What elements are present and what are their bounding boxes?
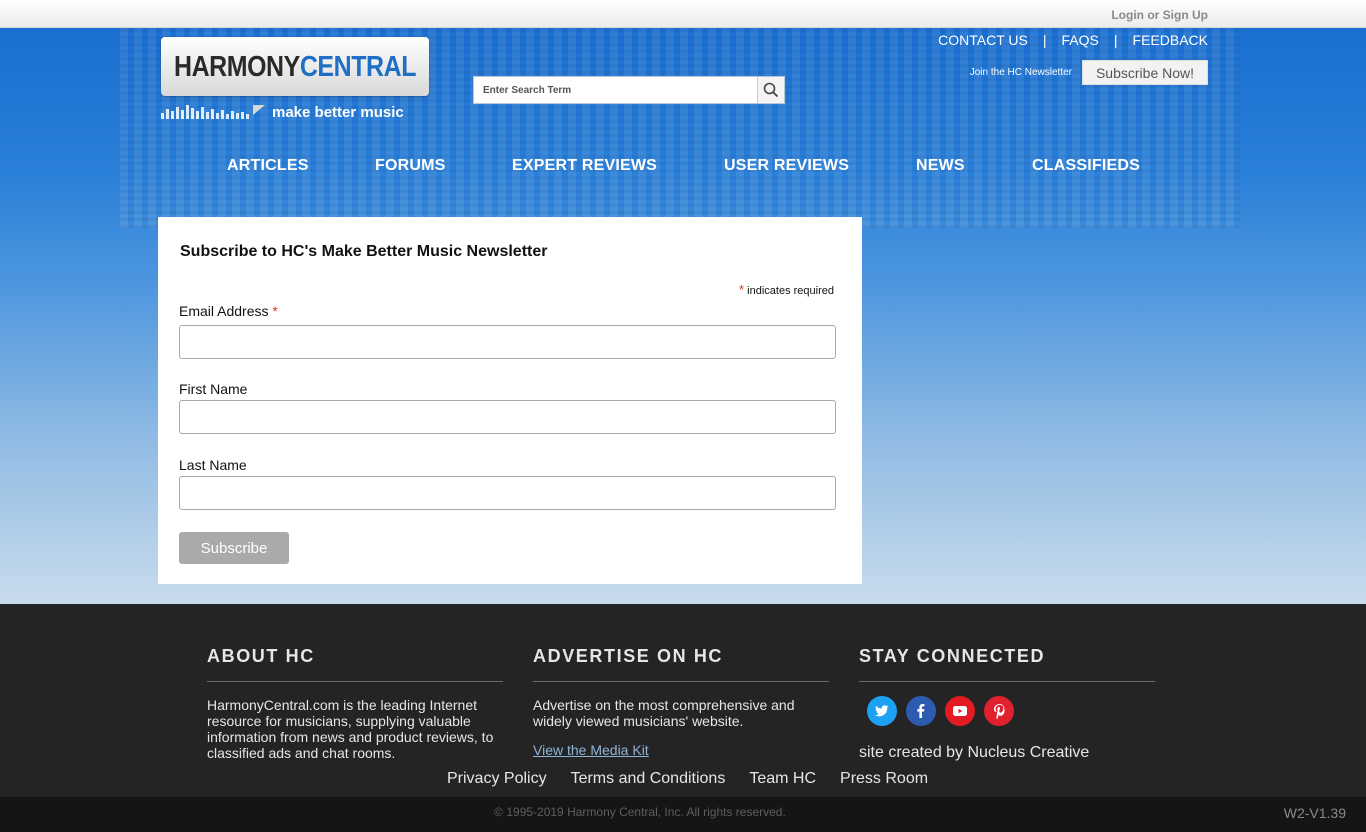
search-box xyxy=(473,76,785,104)
media-kit-link[interactable]: View the Media Kit xyxy=(533,742,649,758)
search-icon xyxy=(763,82,779,98)
version-label: W2-V1.39 xyxy=(1283,805,1346,821)
bottom-bar: © 1995-2019 Harmony Central, Inc. All ri… xyxy=(0,797,1366,832)
facebook-icon[interactable] xyxy=(906,696,936,726)
main-nav: ARTICLES FORUMS EXPERT REVIEWS USER REVI… xyxy=(0,157,1366,177)
nav-expert-reviews[interactable]: EXPERT REVIEWS xyxy=(512,157,657,175)
social-links xyxy=(867,696,1155,726)
hero-header: HARMONYCENTRAL make better music CONTACT… xyxy=(0,28,1366,604)
site-logo[interactable]: HARMONYCENTRAL xyxy=(161,37,429,115)
form-title: Subscribe to HC's Make Better Music News… xyxy=(180,243,548,260)
connected-title: STAY CONNECTED xyxy=(859,646,1155,682)
top-links: CONTACT US | FAQS | FEEDBACK xyxy=(938,32,1208,48)
logo-text: HARMONYCENTRAL xyxy=(174,51,416,83)
twitter-icon[interactable] xyxy=(867,696,897,726)
equalizer-icon xyxy=(161,105,251,119)
nav-news[interactable]: NEWS xyxy=(916,157,965,175)
site-credit: site created by Nucleus Creative xyxy=(859,744,1090,761)
or-text: or xyxy=(1147,8,1160,22)
login-link[interactable]: Login xyxy=(1111,8,1144,22)
last-name-field[interactable] xyxy=(179,476,836,510)
copyright: © 1995-2019 Harmony Central, Inc. All ri… xyxy=(494,805,786,819)
newsletter-label: Join the HC Newsletter xyxy=(969,67,1072,78)
pinterest-icon[interactable] xyxy=(984,696,1014,726)
about-text: HarmonyCentral.com is the leading Intern… xyxy=(207,697,494,761)
search-input[interactable] xyxy=(474,77,758,103)
separator: | xyxy=(1113,32,1118,48)
first-name-label: First Name xyxy=(179,381,248,397)
advertise-title: ADVERTISE ON HC xyxy=(533,646,829,682)
signup-link[interactable]: Sign Up xyxy=(1163,8,1208,22)
nav-forums[interactable]: FORUMS xyxy=(375,157,446,175)
contact-us-link[interactable]: CONTACT US xyxy=(938,32,1028,48)
about-section: ABOUT HC HarmonyCentral.com is the leadi… xyxy=(207,646,503,761)
logo-pointer xyxy=(253,105,265,115)
login-links: Login or Sign Up xyxy=(1111,8,1208,22)
separator: | xyxy=(1042,32,1047,48)
footer-links: Privacy Policy Terms and Conditions Team… xyxy=(447,770,928,788)
subscribe-button[interactable]: Subscribe xyxy=(179,532,289,564)
first-name-field[interactable] xyxy=(179,400,836,434)
connected-section: STAY CONNECTED xyxy=(859,646,1155,726)
nav-classifieds[interactable]: CLASSIFIEDS xyxy=(1032,157,1140,175)
feedback-link[interactable]: FEEDBACK xyxy=(1133,32,1208,48)
footer: ABOUT HC HarmonyCentral.com is the leadi… xyxy=(0,604,1366,797)
email-field[interactable] xyxy=(179,325,836,359)
team-hc-link[interactable]: Team HC xyxy=(749,770,816,788)
about-title: ABOUT HC xyxy=(207,646,503,682)
youtube-icon[interactable] xyxy=(945,696,975,726)
terms-link[interactable]: Terms and Conditions xyxy=(571,770,726,788)
search-button[interactable] xyxy=(757,77,784,103)
advertise-section: ADVERTISE ON HC Advertise on the most co… xyxy=(533,646,829,760)
nav-articles[interactable]: ARTICLES xyxy=(227,157,309,175)
press-room-link[interactable]: Press Room xyxy=(840,770,928,788)
tagline: make better music xyxy=(272,104,404,121)
privacy-policy-link[interactable]: Privacy Policy xyxy=(447,770,547,788)
email-label: Email Address * xyxy=(179,303,278,319)
newsletter-form: Subscribe to HC's Make Better Music News… xyxy=(158,217,862,584)
newsletter-signup: Join the HC Newsletter Subscribe Now! xyxy=(970,60,1208,85)
advertise-text: Advertise on the most comprehensive and … xyxy=(533,697,795,729)
top-strip: Login or Sign Up xyxy=(0,0,1366,28)
subscribe-now-button[interactable]: Subscribe Now! xyxy=(1082,60,1208,85)
last-name-label: Last Name xyxy=(179,457,247,473)
required-note: * indicates required xyxy=(739,282,834,297)
nav-user-reviews[interactable]: USER REVIEWS xyxy=(724,157,849,175)
faqs-link[interactable]: FAQS xyxy=(1062,32,1099,48)
